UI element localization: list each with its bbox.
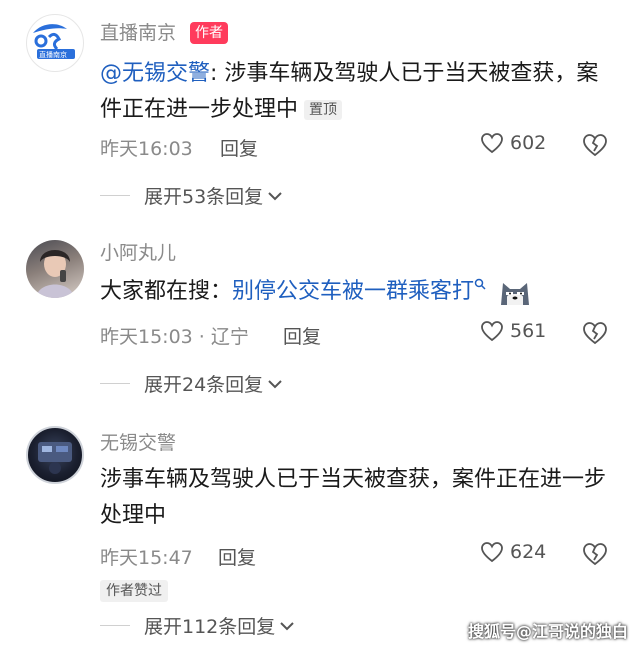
heart-icon — [481, 133, 503, 154]
comment-text: @无锡交警: 涉事车辆及驾驶人已于当天被查获，案件正在进一步处理中 置顶 — [100, 56, 610, 128]
search-icon — [474, 278, 486, 290]
search-prefix: 大家都在搜： — [100, 279, 233, 304]
comment-text: 大家都在搜：别停公交车被一群乘客打 — [100, 274, 610, 310]
author-badge: 作者 — [190, 22, 228, 44]
comment-body: 涉事车辆及驾驶人已于当天被查获，案件正在进一步处理中 — [100, 467, 607, 528]
expand-replies-label: 展开53条回复 — [144, 186, 264, 208]
heart-icon — [481, 542, 503, 563]
avatar[interactable]: 直播南京 — [26, 14, 84, 72]
comment-time: 昨天16:03 — [100, 138, 193, 160]
like-button[interactable]: 624 — [480, 541, 546, 563]
divider-line — [100, 195, 130, 196]
avatar-logo-text: 直播南京 — [39, 51, 67, 59]
chevron-down-icon — [280, 621, 294, 630]
expand-replies-button[interactable]: 展开24条回复 — [100, 370, 284, 397]
pinned-badge: 置顶 — [304, 100, 343, 120]
reply-button[interactable]: 回复 — [218, 543, 256, 570]
reply-button[interactable]: 回复 — [220, 134, 258, 161]
expand-replies-label: 展开112条回复 — [144, 616, 276, 638]
comment-text: 涉事车辆及驾驶人已于当天被查获，案件正在进一步处理中 — [100, 462, 610, 534]
chevron-down-icon — [268, 379, 282, 388]
divider-line — [100, 383, 130, 384]
avatar[interactable] — [26, 240, 84, 298]
broken-heart-icon[interactable] — [582, 320, 608, 346]
mention-link[interactable]: @无锡交警 — [100, 61, 210, 86]
avatar[interactable] — [26, 426, 84, 484]
search-suggestion-link[interactable]: 别停公交车被一群乘客打 — [232, 279, 474, 304]
nanjing-live-logo — [29, 17, 81, 69]
like-button[interactable]: 561 — [480, 320, 546, 342]
broken-heart-icon[interactable] — [582, 132, 608, 158]
expand-replies-button[interactable]: 展开112条回复 — [100, 612, 296, 639]
username[interactable]: 无锡交警 — [100, 428, 176, 455]
divider-line — [100, 625, 130, 626]
author-liked-badge: 作者赞过 — [100, 580, 168, 602]
heart-icon — [481, 321, 503, 342]
watermark: 搜狐号@江哥说的独白 — [467, 622, 628, 641]
reply-button[interactable]: 回复 — [283, 322, 321, 349]
expand-replies-label: 展开24条回复 — [144, 374, 264, 396]
expand-replies-button[interactable]: 展开53条回复 — [100, 182, 284, 209]
comment-time: 昨天15:47 — [100, 547, 193, 569]
avatar-photo — [38, 442, 72, 474]
avatar-photo — [36, 250, 74, 298]
like-count: 561 — [510, 320, 547, 342]
like-count: 624 — [510, 541, 547, 563]
comment-time: 昨天15:03 · 辽宁 — [100, 326, 249, 348]
broken-heart-icon[interactable] — [582, 541, 608, 567]
chevron-down-icon — [268, 191, 282, 200]
dog-emoji-icon — [501, 283, 530, 305]
like-button[interactable]: 602 — [480, 132, 546, 154]
like-count: 602 — [510, 132, 547, 154]
username[interactable]: 小阿丸儿 — [100, 238, 176, 265]
username[interactable]: 直播南京 — [100, 18, 176, 45]
